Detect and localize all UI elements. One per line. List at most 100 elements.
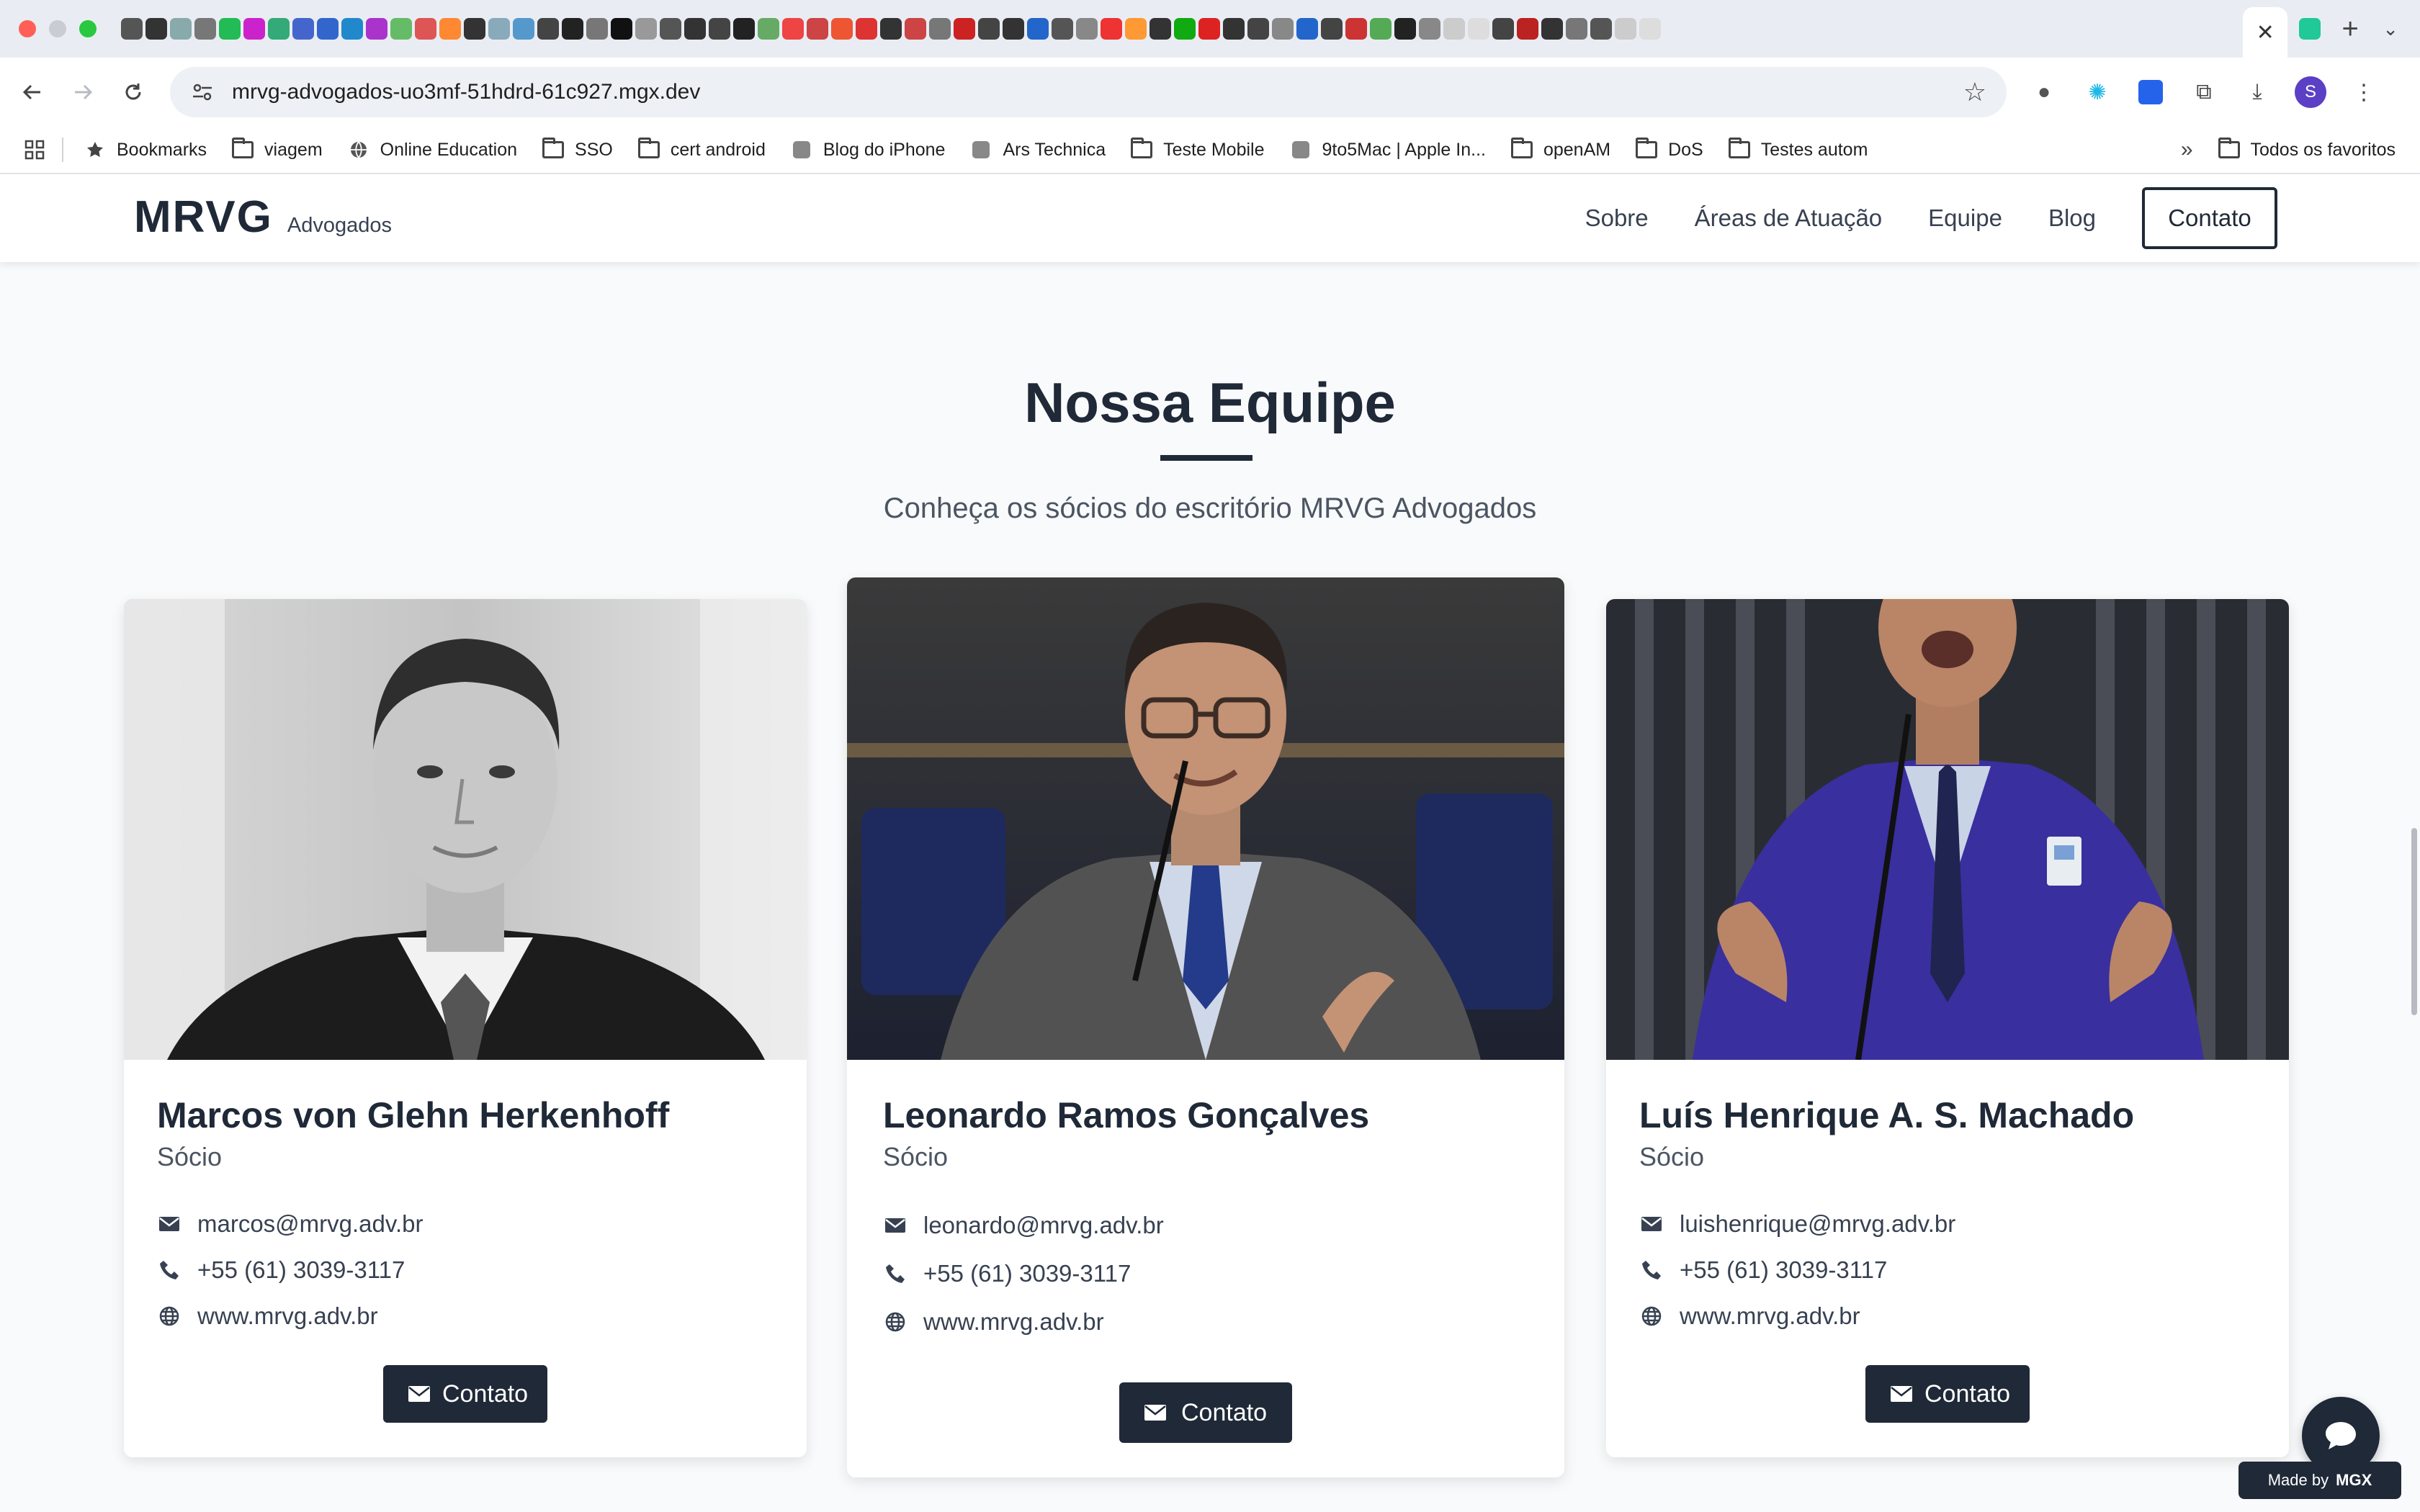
- pinned-tab-favicon[interactable]: [1125, 18, 1147, 40]
- email-text[interactable]: leonardo@mrvg.adv.br: [923, 1212, 1164, 1239]
- pinned-tab-favicon[interactable]: [611, 18, 632, 40]
- pinned-tab-favicon[interactable]: [1517, 18, 1538, 40]
- extension-bulb-icon[interactable]: ●: [2028, 76, 2060, 108]
- phone-text[interactable]: +55 (61) 3039-3117: [923, 1260, 1131, 1287]
- nav-link-areas[interactable]: Áreas de Atuação: [1695, 204, 1883, 232]
- page-scrollbar[interactable]: [2411, 828, 2417, 1015]
- zoom-window-button[interactable]: [79, 20, 97, 37]
- pinned-tab-favicon[interactable]: [1321, 18, 1343, 40]
- pinned-tab-favicon[interactable]: [268, 18, 290, 40]
- pinned-tab-favicon[interactable]: [194, 18, 216, 40]
- website-text[interactable]: www.mrvg.adv.br: [923, 1308, 1104, 1336]
- url-text[interactable]: mrvg-advogados-uo3mf-51hdrd-61c927.mgx.d…: [232, 80, 1963, 104]
- pinned-tab-favicon[interactable]: [1272, 18, 1294, 40]
- pinned-tab-favicon[interactable]: [929, 18, 951, 40]
- pinned-tab-favicon[interactable]: [856, 18, 877, 40]
- pinned-tab-favicon[interactable]: [954, 18, 975, 40]
- pinned-tab-favicon[interactable]: [709, 18, 730, 40]
- pinned-tab-favicon[interactable]: [121, 18, 143, 40]
- email-text[interactable]: luishenrique@mrvg.adv.br: [1680, 1210, 1955, 1238]
- pinned-tab-favicon[interactable]: [170, 18, 192, 40]
- apps-grid-icon[interactable]: [24, 140, 45, 160]
- pinned-tab-favicon[interactable]: [1174, 18, 1196, 40]
- website-row[interactable]: www.mrvg.adv.br: [1639, 1293, 2289, 1339]
- pinned-tab-favicon[interactable]: [439, 18, 461, 40]
- pinned-tab-favicon[interactable]: [684, 18, 706, 40]
- bookmark-item[interactable]: 9to5Mac | Apple In...: [1289, 140, 1486, 161]
- email-row[interactable]: luishenrique@mrvg.adv.br: [1639, 1201, 2289, 1247]
- pinned-tab-favicon[interactable]: [1345, 18, 1367, 40]
- pinned-tab-favicon[interactable]: [1003, 18, 1024, 40]
- email-row[interactable]: marcos@mrvg.adv.br: [157, 1201, 807, 1247]
- email-row[interactable]: leonardo@mrvg.adv.br: [883, 1201, 1564, 1249]
- pinned-tab-favicon[interactable]: [366, 18, 387, 40]
- pinned-tab-favicon[interactable]: [464, 18, 485, 40]
- forward-button[interactable]: [58, 67, 108, 117]
- download-icon[interactable]: ⤓: [2241, 76, 2273, 108]
- bookmark-item[interactable]: Ars Technica: [969, 140, 1106, 161]
- phone-text[interactable]: +55 (61) 3039-3117: [197, 1256, 405, 1284]
- pinned-tab-favicon[interactable]: [1419, 18, 1440, 40]
- phone-text[interactable]: +55 (61) 3039-3117: [1680, 1256, 1887, 1284]
- pinned-tab-favicon[interactable]: [1541, 18, 1563, 40]
- pinned-tab-favicon[interactable]: [415, 18, 436, 40]
- site-settings-icon[interactable]: [190, 80, 215, 104]
- bookmark-item[interactable]: viagem: [231, 138, 323, 161]
- contact-button[interactable]: Contato: [1865, 1365, 2030, 1423]
- website-text[interactable]: www.mrvg.adv.br: [197, 1302, 378, 1330]
- pinned-tab-favicon[interactable]: [1566, 18, 1587, 40]
- pinned-tab-favicon[interactable]: [1223, 18, 1245, 40]
- pinned-tab-favicon[interactable]: [880, 18, 902, 40]
- pinned-tab-favicon[interactable]: [635, 18, 657, 40]
- phone-row[interactable]: +55 (61) 3039-3117: [157, 1247, 807, 1293]
- pinned-tab-favicon[interactable]: [488, 18, 510, 40]
- profile-avatar[interactable]: S: [2295, 76, 2326, 108]
- active-tab[interactable]: ✕: [2243, 7, 2288, 58]
- pinned-tab-favicon[interactable]: [1247, 18, 1269, 40]
- pinned-tab-favicon[interactable]: [317, 18, 339, 40]
- extension-react-icon[interactable]: ✺: [2081, 76, 2113, 108]
- bookmark-item[interactable]: SSO: [542, 138, 613, 161]
- minimize-window-button[interactable]: [49, 20, 66, 37]
- pinned-tab-favicon[interactable]: [660, 18, 681, 40]
- pinned-tab-favicon[interactable]: [145, 18, 167, 40]
- bookmark-item[interactable]: openAM: [1510, 138, 1610, 161]
- pinned-tab-favicon[interactable]: [1296, 18, 1318, 40]
- extensions-puzzle-icon[interactable]: ⧉: [2188, 76, 2220, 108]
- pinned-tab-favicon[interactable]: [733, 18, 755, 40]
- pinned-tab-favicon[interactable]: [537, 18, 559, 40]
- bookmark-star-icon[interactable]: ☆: [1963, 77, 1986, 107]
- bookmark-item[interactable]: Teste Mobile: [1130, 138, 1265, 161]
- bookmark-item[interactable]: Bookmarks: [84, 140, 207, 161]
- pinned-tab-favicon[interactable]: [1370, 18, 1392, 40]
- bookmark-item[interactable]: Blog do iPhone: [790, 140, 945, 161]
- pinned-tab-favicon[interactable]: [782, 18, 804, 40]
- contact-button[interactable]: Contato: [383, 1365, 547, 1423]
- pinned-tab-favicon[interactable]: [1027, 18, 1049, 40]
- nav-link-equipe[interactable]: Equipe: [1928, 204, 2002, 232]
- pinned-tab-favicon[interactable]: [292, 18, 314, 40]
- pinned-tab-favicon[interactable]: [562, 18, 583, 40]
- pinned-tab-favicon[interactable]: [1590, 18, 1612, 40]
- pinned-tab-favicon[interactable]: [219, 18, 241, 40]
- pinned-tab-favicon[interactable]: [905, 18, 926, 40]
- site-logo[interactable]: MRVG Advogados: [134, 192, 392, 243]
- pinned-tab-favicon[interactable]: [1052, 18, 1073, 40]
- contact-button[interactable]: Contato: [1119, 1382, 1292, 1443]
- pinned-tab-favicon[interactable]: [1198, 18, 1220, 40]
- pinned-tab-favicon[interactable]: [1492, 18, 1514, 40]
- pinned-tab-favicon[interactable]: [1076, 18, 1098, 40]
- pinned-tab-favicon[interactable]: [390, 18, 412, 40]
- email-text[interactable]: marcos@mrvg.adv.br: [197, 1210, 423, 1238]
- pinned-tab-favicon[interactable]: [586, 18, 608, 40]
- pinned-tab-favicon[interactable]: [513, 18, 534, 40]
- pinned-tab-favicon[interactable]: [1150, 18, 1171, 40]
- address-bar[interactable]: mrvg-advogados-uo3mf-51hdrd-61c927.mgx.d…: [170, 67, 2007, 117]
- close-window-button[interactable]: [19, 20, 36, 37]
- pinned-tab-favicon[interactable]: [978, 18, 1000, 40]
- bookmark-item[interactable]: Testes autom: [1728, 138, 1868, 161]
- pinned-tab-favicon[interactable]: [341, 18, 363, 40]
- extension-blue-icon[interactable]: [2135, 76, 2166, 108]
- tab-favicon[interactable]: [2299, 18, 2321, 40]
- pinned-tab-favicon[interactable]: [758, 18, 779, 40]
